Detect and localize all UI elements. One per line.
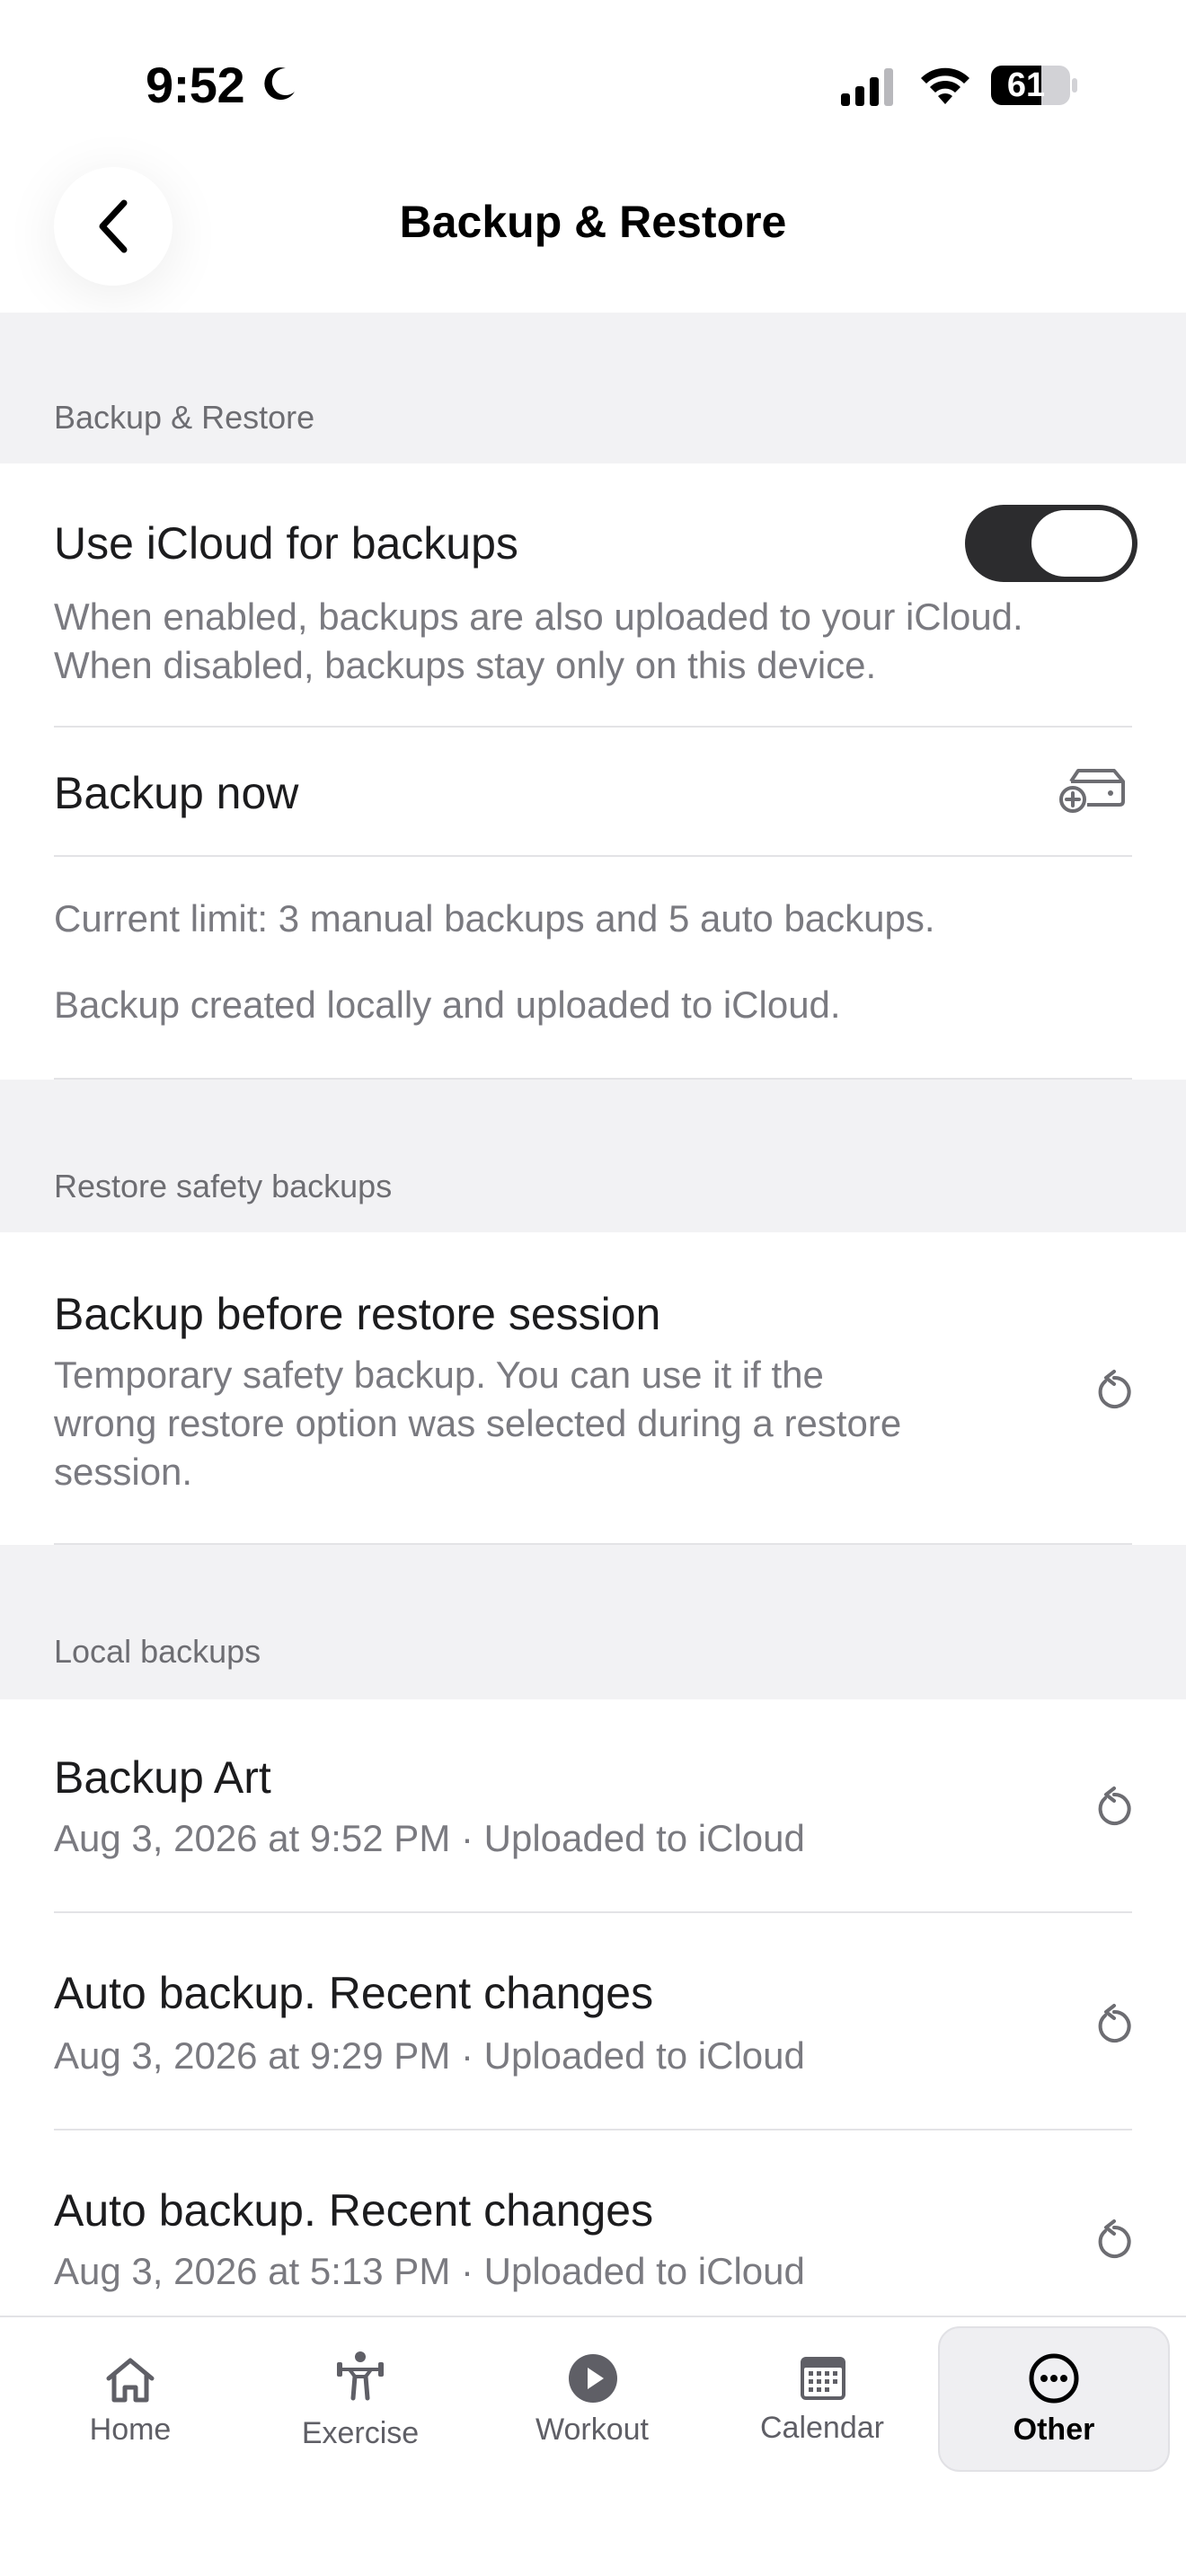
status-bar: 9:52 61 [0, 0, 1186, 162]
list-item[interactable] [0, 1913, 1186, 2129]
safety-backup-description-2: wrong restore option was selected during… [54, 1402, 902, 1444]
moon-icon [264, 67, 295, 101]
section-separator [0, 1080, 1186, 1232]
toggle-knob [1031, 510, 1132, 577]
tab-label-home: Home [89, 2413, 172, 2447]
backup-status-text: Backup created locally and uploaded to i… [54, 984, 841, 1026]
backup-drive-add-icon [1059, 769, 1125, 813]
backup-item-subtitle: Aug 3, 2026 at 9:29 PM · Uploaded to iCl… [54, 2034, 805, 2077]
restore-icon[interactable] [1094, 1369, 1134, 1412]
wifi-icon [921, 67, 969, 104]
restore-icon[interactable] [1094, 1786, 1134, 1829]
safety-backup-title: Backup before restore session [54, 1289, 661, 1339]
more-icon [1029, 2353, 1079, 2404]
home-icon [106, 2358, 155, 2403]
calendar-icon [801, 2357, 845, 2400]
safety-backup-description-3: session. [54, 1451, 193, 1493]
tab-label-workout: Workout [535, 2413, 649, 2447]
tab-label-exercise: Exercise [301, 2416, 420, 2450]
icloud-backup-description-1: When enabled, backups are also uploaded … [54, 595, 1023, 638]
section-separator [0, 313, 1186, 463]
section-header-backup: Backup & Restore [54, 399, 315, 436]
play-icon [569, 2354, 617, 2403]
safety-backup-description-1: Temporary safety backup. You can use it … [54, 1354, 824, 1396]
divider [54, 855, 1132, 857]
tab-label-calendar: Calendar [760, 2411, 884, 2445]
backup-now-label: Backup now [54, 768, 299, 818]
icloud-backup-description-2: When disabled, backups stay only on this… [54, 644, 877, 686]
icloud-backup-title: Use iCloud for backups [54, 518, 518, 569]
backup-limit-text: Current limit: 3 manual backups and 5 au… [54, 897, 935, 940]
restore-icon[interactable] [1094, 2003, 1134, 2046]
backup-item-title: Backup Art [54, 1752, 271, 1803]
exercise-icon [337, 2351, 384, 2401]
section-separator [0, 1545, 1186, 1699]
backup-item-title: Auto backup. Recent changes [54, 1968, 654, 2018]
cellular-signal-icon [841, 68, 893, 106]
battery-level: 61 [1006, 66, 1046, 104]
page-title: Backup & Restore [399, 197, 787, 247]
restore-icon[interactable] [1094, 2219, 1134, 2262]
tab-label-other: Other [1013, 2413, 1095, 2447]
section-header-local: Local backups [54, 1633, 261, 1670]
status-time: 9:52 [146, 57, 245, 113]
backup-item-subtitle: Aug 3, 2026 at 9:52 PM · Uploaded to iCl… [54, 1817, 805, 1859]
section-header-restore-safety: Restore safety backups [54, 1168, 393, 1204]
backup-item-subtitle: Aug 3, 2026 at 5:13 PM · Uploaded to iCl… [54, 2250, 805, 2292]
backup-item-title: Auto backup. Recent changes [54, 2185, 654, 2236]
list-item[interactable] [0, 1699, 1186, 1911]
